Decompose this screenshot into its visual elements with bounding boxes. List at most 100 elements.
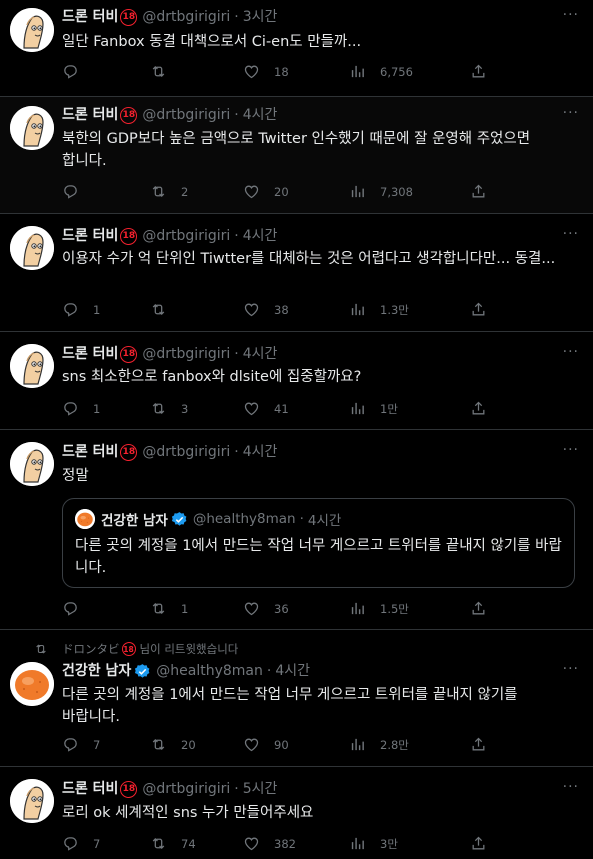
reply-icon: [62, 301, 79, 318]
tweet[interactable]: 드론 터비 18 @drtbgirigiri · 4시간 ··· 북한의 GDP…: [0, 97, 593, 214]
share-button[interactable]: [470, 835, 487, 852]
reply-button[interactable]: 1: [62, 400, 100, 417]
retweet-button[interactable]: [150, 301, 181, 318]
age-18-badge-icon: 18: [121, 642, 136, 656]
retweet-button[interactable]: 3: [150, 400, 188, 417]
author-name[interactable]: 드론 터비: [62, 226, 118, 246]
reply-icon: [62, 600, 79, 617]
author-handle[interactable]: @drtbgirigiri: [142, 105, 230, 125]
tweet-time[interactable]: 4시간: [243, 226, 278, 246]
tweet-time[interactable]: 4시간: [243, 105, 278, 125]
tweet[interactable]: 드론 터비 18 @drtbgirigiri · 4시간 ··· 이용자 수가 …: [0, 214, 593, 332]
tweet[interactable]: 드론 터비 18 @drtbgirigiri · 3시간 ··· 일단 Fanb…: [0, 0, 593, 97]
retweet-button[interactable]: 1: [150, 600, 188, 617]
share-button[interactable]: [470, 301, 487, 318]
author-handle[interactable]: @drtbgirigiri: [142, 226, 230, 246]
retweet-button[interactable]: 20: [150, 736, 196, 753]
views-button[interactable]: 6,756: [349, 63, 413, 80]
views-button[interactable]: 3만: [349, 835, 398, 852]
views-button[interactable]: 1.5만: [349, 600, 409, 617]
tweet-time[interactable]: 4시간: [275, 661, 310, 681]
more-icon[interactable]: ···: [563, 105, 579, 121]
avatar[interactable]: [10, 779, 54, 823]
like-button[interactable]: 382: [243, 835, 296, 852]
avatar[interactable]: [10, 106, 54, 150]
avatar[interactable]: [10, 344, 54, 388]
views-button[interactable]: 1만: [349, 400, 398, 417]
views-count: 6,756: [380, 64, 413, 79]
like-button[interactable]: 38: [243, 301, 289, 318]
views-button[interactable]: 7,308: [349, 183, 413, 200]
author-handle[interactable]: @drtbgirigiri: [142, 442, 230, 462]
more-icon[interactable]: ···: [563, 661, 579, 677]
share-button[interactable]: [470, 183, 487, 200]
author-name[interactable]: 드론 터비: [62, 344, 118, 364]
more-icon[interactable]: ···: [563, 442, 579, 458]
avatar[interactable]: [10, 8, 54, 52]
tweet-time[interactable]: 4시간: [243, 344, 278, 364]
share-icon: [470, 736, 487, 753]
tweet-text: 로리 ok 세계적인 sns 누가 만들어주세요: [62, 805, 314, 821]
retweet-button[interactable]: 2: [150, 183, 188, 200]
author-name[interactable]: 드론 터비: [62, 442, 118, 462]
author-name[interactable]: 드론 터비: [62, 7, 118, 27]
share-button[interactable]: [470, 63, 487, 80]
tweet-header: 드론 터비 18 @drtbgirigiri · 5시간: [62, 779, 277, 799]
retweet-icon: [150, 301, 167, 318]
views-button[interactable]: 1.3만: [349, 301, 409, 318]
views-count: 3만: [380, 836, 398, 851]
share-icon: [470, 600, 487, 617]
separator-dot: ·: [234, 346, 239, 362]
views-button[interactable]: 2.8만: [349, 736, 409, 753]
separator-dot: ·: [234, 228, 239, 244]
author-handle[interactable]: @drtbgirigiri: [142, 7, 230, 27]
timeline-feed: 드론 터비 18 @drtbgirigiri · 3시간 ··· 일단 Fanb…: [0, 0, 593, 859]
quoted-time: 4시간: [307, 513, 342, 529]
tweet-time[interactable]: 3시간: [243, 7, 278, 27]
reply-count: 7: [93, 836, 101, 851]
reply-button[interactable]: 7: [62, 736, 100, 753]
retweet-button[interactable]: [150, 63, 181, 80]
reply-button[interactable]: 7: [62, 835, 100, 852]
tweet[interactable]: 드론 터비 18 @drtbgirigiri · 5시간 ··· 로리 ok 세…: [0, 767, 593, 859]
avatar[interactable]: [10, 662, 54, 706]
reply-icon: [62, 835, 79, 852]
author-name[interactable]: 건강한 남자: [62, 661, 131, 681]
quoted-tweet-text: 다른 곳의 계정을 1에서 만드는 작업 너무 게으르고 트위터를 끝내지 않기…: [75, 538, 562, 576]
like-button[interactable]: 36: [243, 600, 289, 617]
share-button[interactable]: [470, 600, 487, 617]
share-button[interactable]: [470, 736, 487, 753]
tweet[interactable]: ドロンタビ 18 님이 리트윗했습니다 건강한 남자 @healthy8man …: [0, 630, 593, 767]
share-button[interactable]: [470, 400, 487, 417]
author-name[interactable]: 드론 터비: [62, 105, 118, 125]
more-icon[interactable]: ···: [563, 779, 579, 795]
like-button[interactable]: 20: [243, 183, 289, 200]
tweet-time[interactable]: 4시간: [243, 442, 278, 462]
views-count: 1.3만: [380, 302, 409, 317]
author-handle[interactable]: @healthy8man: [156, 661, 263, 681]
author-name[interactable]: 드론 터비: [62, 779, 118, 799]
more-icon[interactable]: ···: [563, 226, 579, 242]
author-handle[interactable]: @drtbgirigiri: [142, 779, 230, 799]
views-count: 2.8만: [380, 737, 409, 752]
more-icon[interactable]: ···: [563, 7, 579, 23]
like-button[interactable]: 18: [243, 63, 289, 80]
author-handle[interactable]: @drtbgirigiri: [142, 344, 230, 364]
reply-button[interactable]: [62, 600, 93, 617]
quoted-tweet[interactable]: 건강한 남자 @healthy8man · 4시간 다른 곳의 계정을 1에서 …: [62, 498, 575, 588]
retweet-button[interactable]: 74: [150, 835, 196, 852]
more-icon[interactable]: ···: [563, 344, 579, 360]
quoted-avatar: [75, 509, 95, 529]
tweet-text: 정말: [62, 468, 89, 484]
reply-button[interactable]: 1: [62, 301, 100, 318]
avatar[interactable]: [10, 226, 54, 270]
tweet[interactable]: 드론 터비 18 @drtbgirigiri · 4시간 ··· sns 최소한…: [0, 332, 593, 430]
tweet[interactable]: 드론 터비 18 @drtbgirigiri · 4시간 ··· 정말 건강한 …: [0, 430, 593, 630]
retweeter-name[interactable]: ドロンタビ: [62, 641, 120, 657]
like-button[interactable]: 41: [243, 400, 289, 417]
reply-button[interactable]: [62, 183, 93, 200]
reply-button[interactable]: [62, 63, 93, 80]
like-button[interactable]: 90: [243, 736, 289, 753]
tweet-time[interactable]: 5시간: [243, 779, 278, 799]
avatar[interactable]: [10, 442, 54, 486]
